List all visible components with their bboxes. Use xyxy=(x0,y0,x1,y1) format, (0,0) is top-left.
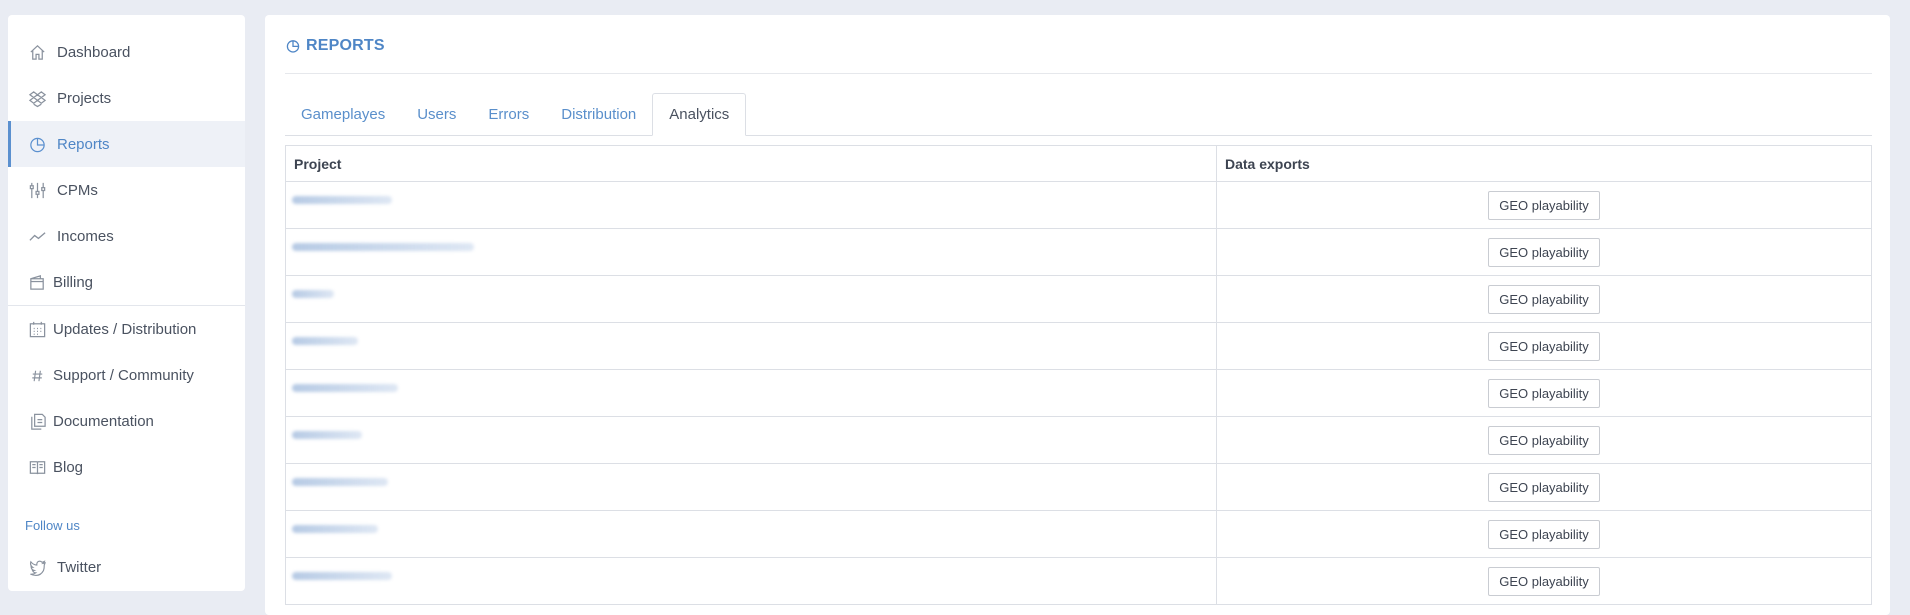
sidebar-item-label: Incomes xyxy=(57,227,114,245)
sidebar-item-label: Billing xyxy=(53,273,94,291)
column-header-data-exports: Data exports xyxy=(1216,145,1872,182)
table-row: GEO playability xyxy=(285,463,1872,511)
dropbox-icon xyxy=(27,88,47,108)
documents-icon xyxy=(27,411,47,431)
table-body: GEO playability GEO playability GEO playab… xyxy=(285,181,1872,605)
table-row: GEO playability xyxy=(285,275,1872,323)
project-cell xyxy=(285,228,1217,276)
hash-icon xyxy=(27,365,47,385)
sidebar-item-label: Dashboard xyxy=(57,43,131,61)
data-exports-cell: GEO playability xyxy=(1216,181,1872,229)
data-exports-cell: GEO playability xyxy=(1216,275,1872,323)
sidebar-item-label: Documentation xyxy=(53,412,154,430)
table-row: GEO playability xyxy=(285,510,1872,558)
tab-analytics[interactable]: Analytics xyxy=(652,93,747,136)
project-name-link[interactable] xyxy=(292,196,392,204)
sidebar-item-blog[interactable]: Blog xyxy=(8,444,245,490)
page-title-text: REPORTS xyxy=(306,37,385,54)
project-name-link[interactable] xyxy=(292,384,398,392)
sidebar-item-label: Blog xyxy=(53,458,84,476)
book-icon xyxy=(27,457,47,477)
tab-gameplayes[interactable]: Gameplayes xyxy=(285,93,401,135)
report-tabs: Gameplayes Users Errors Distribution Ana… xyxy=(285,93,1872,136)
analytics-table-wrapper: Project Data exports GEO playability GEO … xyxy=(285,145,1872,605)
sidebar-item-support-community[interactable]: Support / Community xyxy=(8,352,245,398)
geo-playability-button[interactable]: GEO playability xyxy=(1488,566,1600,596)
main-panel: REPORTS Gameplayes Users Errors Distribu… xyxy=(265,15,1890,615)
tab-errors[interactable]: Errors xyxy=(472,93,545,135)
geo-playability-button[interactable]: GEO playability xyxy=(1488,472,1600,502)
project-name-link[interactable] xyxy=(292,478,388,486)
data-exports-cell: GEO playability xyxy=(1216,416,1872,464)
sidebar-item-twitter[interactable]: Twitter xyxy=(8,544,245,590)
table-row: GEO playability xyxy=(285,181,1872,229)
sidebar-item-incomes[interactable]: Incomes xyxy=(8,213,245,259)
wallet-icon xyxy=(27,272,47,292)
sidebar: Dashboard Projects Reports CPMs Incomes … xyxy=(8,15,245,591)
geo-playability-button[interactable]: GEO playability xyxy=(1488,284,1600,314)
geo-playability-button[interactable]: GEO playability xyxy=(1488,237,1600,267)
follow-us-label: Follow us xyxy=(25,518,80,533)
tab-distribution[interactable]: Distribution xyxy=(545,93,652,135)
data-exports-cell: GEO playability xyxy=(1216,369,1872,417)
project-cell xyxy=(285,463,1217,511)
project-name-link[interactable] xyxy=(292,431,362,439)
table-row: GEO playability xyxy=(285,322,1872,370)
project-name-link[interactable] xyxy=(292,337,358,345)
project-name-link[interactable] xyxy=(292,243,474,251)
project-cell xyxy=(285,510,1217,558)
data-exports-cell: GEO playability xyxy=(1216,228,1872,276)
data-exports-cell: GEO playability xyxy=(1216,322,1872,370)
home-icon xyxy=(27,42,47,62)
data-exports-cell: GEO playability xyxy=(1216,557,1872,605)
geo-playability-button[interactable]: GEO playability xyxy=(1488,425,1600,455)
pie-chart-icon xyxy=(27,134,47,154)
project-cell xyxy=(285,181,1217,229)
sidebar-item-dashboard[interactable]: Dashboard xyxy=(8,29,245,75)
data-exports-cell: GEO playability xyxy=(1216,510,1872,558)
sidebar-item-label: Updates / Distribution xyxy=(53,320,197,338)
project-name-link[interactable] xyxy=(292,290,334,298)
tab-users[interactable]: Users xyxy=(401,93,472,135)
sidebar-item-projects[interactable]: Projects xyxy=(8,75,245,121)
sidebar-item-label: Projects xyxy=(57,89,112,107)
project-cell xyxy=(285,369,1217,417)
project-cell xyxy=(285,557,1217,605)
table-row: GEO playability xyxy=(285,369,1872,417)
geo-playability-button[interactable]: GEO playability xyxy=(1488,519,1600,549)
geo-playability-button[interactable]: GEO playability xyxy=(1488,190,1600,220)
sidebar-item-label: CPMs xyxy=(57,181,98,199)
table-row: GEO playability xyxy=(285,557,1872,605)
trend-line-icon xyxy=(27,226,47,246)
project-cell xyxy=(285,416,1217,464)
sidebar-item-label: Twitter xyxy=(57,558,102,576)
project-cell xyxy=(285,322,1217,370)
twitter-icon xyxy=(27,557,47,577)
table-header-row: Project Data exports xyxy=(285,145,1872,182)
calendar-icon xyxy=(27,319,47,339)
geo-playability-button[interactable]: GEO playability xyxy=(1488,378,1600,408)
project-name-link[interactable] xyxy=(292,572,392,580)
project-cell xyxy=(285,275,1217,323)
pie-chart-icon xyxy=(286,40,300,53)
table-row: GEO playability xyxy=(285,416,1872,464)
data-exports-cell: GEO playability xyxy=(1216,463,1872,511)
sidebar-item-label: Reports xyxy=(57,135,110,153)
page-title: REPORTS xyxy=(285,37,385,55)
sidebar-item-documentation[interactable]: Documentation xyxy=(8,398,245,444)
column-header-project: Project xyxy=(285,145,1217,182)
title-divider xyxy=(285,73,1872,74)
sliders-icon xyxy=(27,180,47,200)
geo-playability-button[interactable]: GEO playability xyxy=(1488,331,1600,361)
sidebar-item-billing[interactable]: Billing xyxy=(8,259,245,305)
sidebar-item-updates-distribution[interactable]: Updates / Distribution xyxy=(8,306,245,352)
project-name-link[interactable] xyxy=(292,525,378,533)
table-row: GEO playability xyxy=(285,228,1872,276)
sidebar-item-cpms[interactable]: CPMs xyxy=(8,167,245,213)
analytics-table: Project Data exports GEO playability GEO … xyxy=(285,145,1872,605)
sidebar-item-label: Support / Community xyxy=(53,366,194,384)
sidebar-item-reports[interactable]: Reports xyxy=(8,121,245,167)
